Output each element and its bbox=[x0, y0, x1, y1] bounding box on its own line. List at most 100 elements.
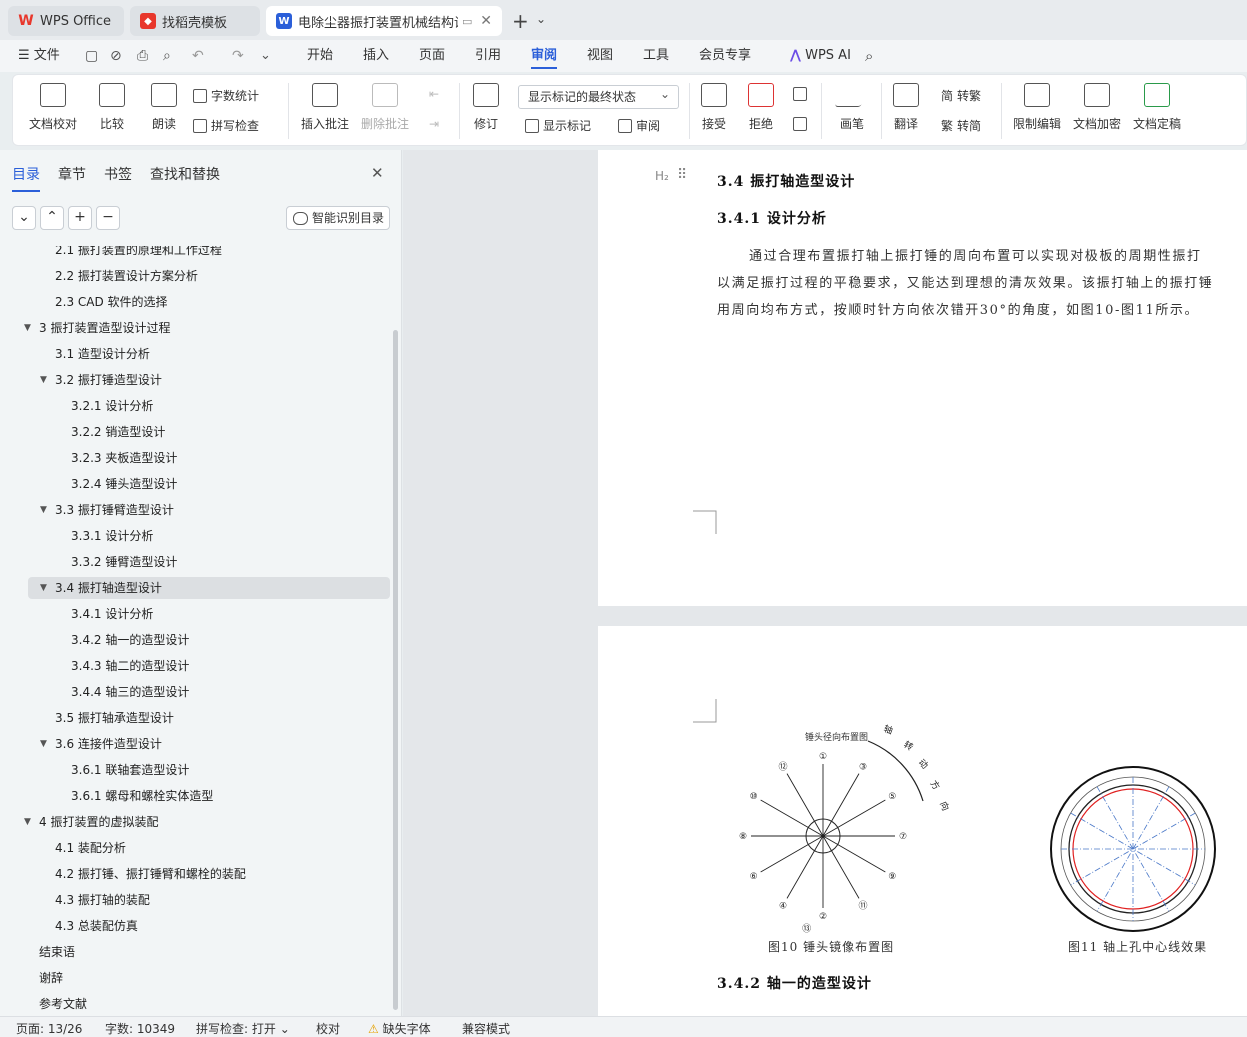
toc-scrollbar[interactable] bbox=[393, 330, 398, 1010]
toc-item[interactable]: 4 振打装置的虚拟装配 ▼ bbox=[24, 811, 158, 833]
toc-item[interactable]: 3.6.1 联轴套造型设计 bbox=[71, 759, 189, 781]
menu-insert[interactable]: 插入 bbox=[363, 40, 389, 72]
menu-wps-ai[interactable]: ⋀ WPS AI bbox=[790, 40, 851, 72]
prev-change-icon[interactable] bbox=[793, 87, 807, 101]
menu-review[interactable]: 审阅 bbox=[531, 40, 558, 72]
collapse-all-button[interactable]: ⌄ bbox=[12, 206, 36, 230]
doc-check-button[interactable]: 文档校对 bbox=[29, 81, 77, 132]
screen-icon[interactable]: ▭ bbox=[462, 15, 472, 28]
compat-mode-indicator[interactable]: 兼容模式 bbox=[462, 1020, 510, 1037]
tab-wps-office[interactable]: W WPS Office bbox=[8, 6, 124, 36]
accept-button[interactable]: 接受 bbox=[701, 81, 727, 132]
restrict-edit-button[interactable]: 限制编辑 bbox=[1013, 81, 1061, 132]
markup-state-select[interactable]: 显示标记的最终状态 bbox=[518, 83, 679, 109]
read-aloud-button[interactable]: 朗读 bbox=[151, 81, 177, 132]
toc-item[interactable]: 3.2.1 设计分析 bbox=[71, 395, 153, 417]
close-icon[interactable]: ✕ bbox=[480, 13, 492, 29]
word-count-indicator[interactable]: 字数: 10349 bbox=[105, 1020, 175, 1037]
search-icon[interactable]: ⌕ bbox=[865, 40, 873, 72]
toc-item[interactable]: 谢辞 bbox=[39, 967, 63, 989]
insert-comment-button[interactable]: 插入批注 bbox=[301, 81, 349, 132]
expand-arrow-icon[interactable]: ▼ bbox=[40, 499, 47, 521]
expand-arrow-icon[interactable]: ▼ bbox=[24, 811, 31, 833]
toc-item[interactable]: 3.2.2 销造型设计 bbox=[71, 421, 165, 443]
toc-item[interactable]: 3.5 振打轴承造型设计 bbox=[55, 707, 174, 729]
nav-tab-toc[interactable]: 目录 bbox=[12, 164, 40, 192]
expand-arrow-icon[interactable]: ▼ bbox=[40, 733, 47, 755]
prev-comment-icon[interactable]: ⇤ bbox=[429, 87, 439, 101]
toc-item[interactable]: 参考文献 bbox=[39, 993, 87, 1015]
spell-check-button[interactable]: 拼写检查 bbox=[193, 117, 259, 134]
toc-item[interactable]: 3.4.1 设计分析 bbox=[71, 603, 153, 625]
toc-item[interactable]: 3.2.3 夹板造型设计 bbox=[71, 447, 177, 469]
compare-button[interactable]: 比较 bbox=[99, 81, 125, 132]
toc-item[interactable]: 2.2 振打装置设计方案分析 bbox=[55, 265, 198, 287]
next-comment-icon[interactable]: ⇥ bbox=[429, 117, 439, 131]
menu-file[interactable]: ☰ 文件 bbox=[18, 40, 60, 72]
toc-item[interactable]: 4.1 装配分析 bbox=[55, 837, 126, 859]
toc-item[interactable]: 2.1 振打装置的原理和工作过程 bbox=[55, 246, 222, 261]
qa-link-icon[interactable]: ⊘ bbox=[110, 40, 122, 72]
delete-comment-button[interactable]: 删除批注 bbox=[361, 81, 409, 132]
expand-up-button[interactable]: ⌃ bbox=[40, 206, 64, 230]
qa-preview-icon[interactable]: ⌕ bbox=[163, 40, 171, 72]
toc-item[interactable]: 3.3.2 锤臂造型设计 bbox=[71, 551, 177, 573]
toc-item[interactable]: 结束语 bbox=[39, 941, 75, 963]
word-count-button[interactable]: 字数统计 bbox=[193, 87, 259, 104]
proofread-indicator[interactable]: 校对 bbox=[316, 1020, 340, 1037]
toc-item[interactable]: 3.4.3 轴二的造型设计 bbox=[71, 655, 189, 677]
smart-toc-button[interactable]: 智能识别目录 bbox=[286, 206, 390, 230]
show-markup-button[interactable]: 显示标记 bbox=[525, 117, 591, 134]
spell-check-indicator[interactable]: 拼写检查: 打开 ⌄ bbox=[196, 1020, 290, 1037]
toc-item[interactable]: 4.3 总装配仿真 bbox=[55, 915, 138, 937]
tab-document[interactable]: W 电除尘器振打装置机械结构设 ▭ ✕ bbox=[266, 6, 502, 36]
close-pane-icon[interactable]: ✕ bbox=[371, 164, 384, 182]
qa-save-icon[interactable]: ▢ bbox=[85, 40, 98, 72]
toc-item[interactable]: 3.2 振打锤造型设计 ▼ bbox=[40, 369, 162, 391]
toc-item[interactable]: 3.3 振打锤臂造型设计 ▼ bbox=[40, 499, 174, 521]
toc-item[interactable]: 3 振打装置造型设计过程 ▼ bbox=[24, 317, 170, 339]
toc-item[interactable]: 3.6.1 螺母和螺栓实体造型 bbox=[71, 785, 213, 807]
toc-item[interactable]: 4.3 振打轴的装配 bbox=[55, 889, 150, 911]
undo-icon[interactable]: ↶ bbox=[192, 40, 204, 72]
encrypt-button[interactable]: 文档加密 bbox=[1073, 81, 1121, 132]
menu-view[interactable]: 视图 bbox=[587, 40, 613, 72]
reject-button[interactable]: 拒绝 bbox=[748, 81, 774, 132]
toc-item[interactable]: 3.2.4 锤头造型设计 bbox=[71, 473, 177, 495]
remove-heading-button[interactable]: − bbox=[96, 206, 120, 230]
menu-home[interactable]: 开始 bbox=[307, 40, 333, 72]
qa-print-icon[interactable]: ⎙ bbox=[137, 40, 148, 72]
menu-tools[interactable]: 工具 bbox=[643, 40, 669, 72]
toc-item[interactable]: 3.4.4 轴三的造型设计 bbox=[71, 681, 189, 703]
add-heading-button[interactable]: + bbox=[68, 206, 92, 230]
toc-item[interactable]: 3.3.1 设计分析 bbox=[71, 525, 153, 547]
chevron-down-icon[interactable]: ⌄ bbox=[536, 12, 546, 26]
to-traditional-button[interactable]: 简转繁 bbox=[941, 87, 981, 104]
toc-item[interactable]: 3.4 振打轴造型设计 ▼ bbox=[28, 577, 390, 599]
review-pane-button[interactable]: 审阅 bbox=[618, 117, 660, 134]
nav-tab-find-replace[interactable]: 查找和替换 bbox=[150, 164, 220, 184]
drag-handle-icon[interactable]: ⠿ bbox=[677, 167, 687, 183]
missing-font-indicator[interactable]: ⚠ 缺失字体 bbox=[368, 1020, 431, 1037]
expand-arrow-icon[interactable]: ▼ bbox=[40, 577, 47, 599]
new-tab-icon[interactable]: + bbox=[512, 9, 529, 33]
next-change-icon[interactable] bbox=[793, 117, 807, 131]
toc-item[interactable]: 4.2 振打锤、振打锤臂和螺栓的装配 bbox=[55, 863, 246, 885]
finalize-button[interactable]: 文档定稿 bbox=[1133, 81, 1181, 132]
toc-item[interactable]: 2.3 CAD 软件的选择 bbox=[55, 291, 168, 313]
translate-button[interactable]: 翻译 bbox=[893, 81, 919, 132]
menu-member[interactable]: 会员专享 bbox=[699, 40, 751, 72]
pen-button[interactable]: 画笔 bbox=[834, 81, 870, 132]
redo-icon[interactable]: ↷ bbox=[232, 40, 244, 72]
nav-tab-chapter[interactable]: 章节 bbox=[58, 164, 86, 184]
expand-arrow-icon[interactable]: ▼ bbox=[24, 317, 31, 339]
revise-button[interactable]: 修订 bbox=[473, 81, 499, 132]
menu-page[interactable]: 页面 bbox=[419, 40, 445, 72]
nav-tab-bookmark[interactable]: 书签 bbox=[104, 164, 132, 184]
toc-item[interactable]: 3.4.2 轴一的造型设计 bbox=[71, 629, 189, 651]
expand-arrow-icon[interactable]: ▼ bbox=[40, 369, 47, 391]
page-indicator[interactable]: 页面: 13/26 bbox=[16, 1020, 82, 1037]
to-simplified-button[interactable]: 繁转简 bbox=[941, 117, 981, 134]
more-chevron-icon[interactable]: ⌄ bbox=[260, 40, 271, 72]
tab-template[interactable]: ◆ 找稻壳模板 bbox=[130, 6, 260, 36]
